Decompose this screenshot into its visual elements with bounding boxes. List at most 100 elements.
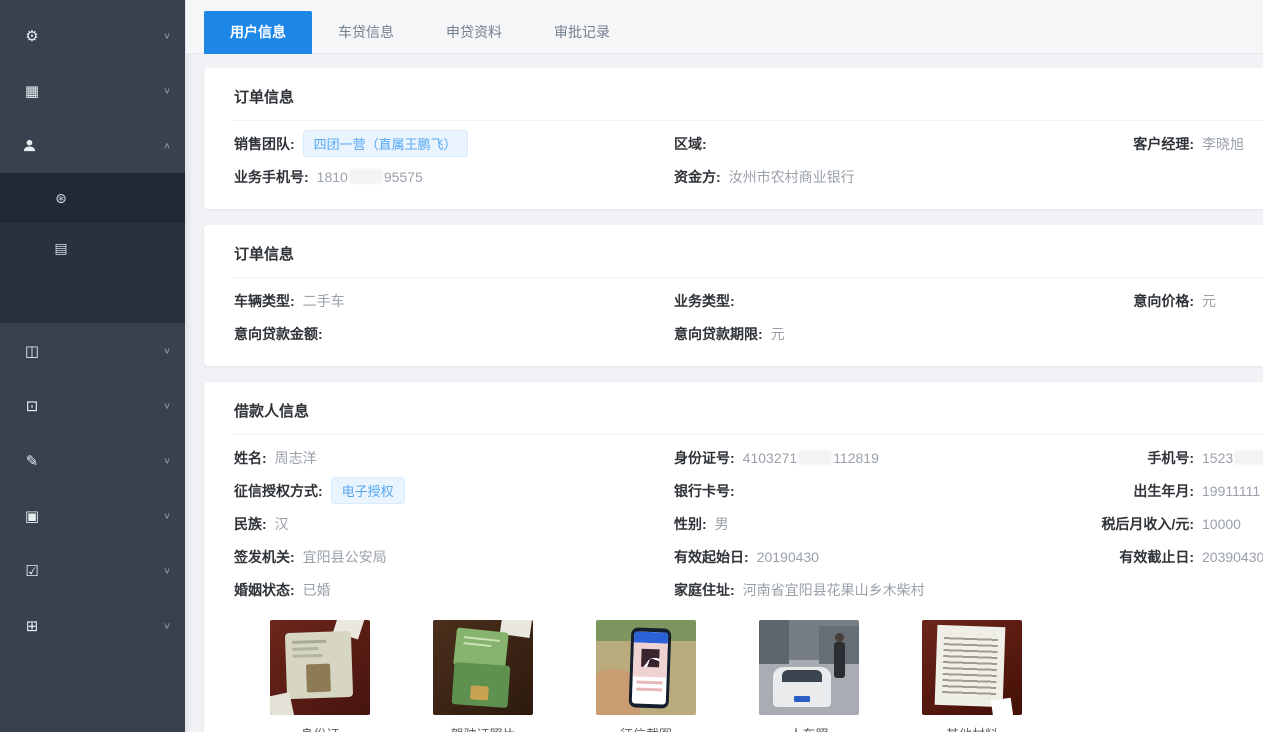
field-value: 4103271112819 [743, 450, 879, 466]
sidebar-item-system-monitor[interactable]: ☑∨ [0, 543, 185, 598]
card-title: 订单信息 [234, 86, 1263, 121]
sales-team-tag[interactable]: 四团一营（直属王鹏飞） [303, 130, 468, 157]
field-row: 民族:汉性别:男税后月收入/元:10000 [234, 507, 1263, 540]
field-label: 有效起始日: [674, 547, 749, 567]
field-empty [1086, 160, 1263, 193]
field-region: 区域: [674, 127, 1086, 160]
attachment-thumbnail-person-car-photo[interactable]: 人车照 [759, 620, 859, 732]
field-row: 婚姻状态: 已婚 家庭住址:河南省宜阳县花果山乡木柴村 [234, 573, 1263, 606]
detail-scroll-area[interactable]: 订单信息销售团队:四团一营（直属王鹏飞）区域:客户经理:李晓旭业务手机号:181… [186, 54, 1263, 732]
attachment-thumbnails: 身份证驾驶证照片征信截图人车照其他材料 [234, 606, 1263, 732]
attachment-thumbnail-drivers-license[interactable]: 驾驶证照片 [433, 620, 533, 732]
card-borrower-info: 借款人信息姓名:周志洋身份证号:4103271112819手机号:1523613… [204, 382, 1263, 732]
sidebar-subitem-overdue-info[interactable] [0, 273, 185, 323]
credit-auth-method-tag[interactable]: 电子授权 [331, 477, 405, 504]
field-row: 签发机关: 宜阳县公安局 有效起始日:20190430有效截止日: 20390430 [234, 540, 1263, 573]
sidebar-item-system-management[interactable]: ⚙∨ [0, 8, 185, 63]
field-marital-status: 婚姻状态: 已婚 [234, 573, 674, 606]
field-value: 宜阳县公安局 [303, 547, 387, 567]
monitor-icon: ⊡ [22, 397, 42, 415]
component-icon: ▣ [22, 507, 42, 525]
field-intended-loan-amount: 意向贷款金额: [234, 317, 674, 350]
chevron-up-icon: ∧ [163, 140, 171, 150]
card-title: 借款人信息 [234, 400, 1263, 435]
credit-screenshot-image [596, 620, 696, 715]
field-row: 业务手机号:181095575资金方:汝州市农村商业银行 [234, 160, 1263, 193]
field-value: 元 [1202, 291, 1216, 311]
attachment-thumbnail-other-materials[interactable]: 其他材料 [922, 620, 1022, 732]
field-label: 有效截止日: [1086, 547, 1194, 567]
redaction-blur [798, 450, 832, 465]
sidebar-item-process-management[interactable]: ✎∨ [0, 433, 185, 488]
chevron-down-icon: ∨ [163, 620, 171, 630]
field-label: 手机号: [1086, 448, 1194, 468]
tab-user-info[interactable]: 用户信息 [204, 11, 312, 54]
field-label: 签发机关: [234, 547, 295, 567]
field-value: 20390430 [1202, 549, 1263, 565]
id-card-photo-image [270, 620, 370, 715]
card-order-info-2: 订单信息车辆类型:二手车业务类型:意向价格:元意向贷款金额:意向贷款期限:元 [204, 225, 1263, 366]
person-car-photo-image [759, 620, 859, 715]
field-valid-until: 有效截止日: 20390430 [1086, 540, 1263, 573]
attachment-thumbnail-id-card-photo[interactable]: 身份证 [270, 620, 370, 732]
toolbox-icon: ⊞ [22, 617, 42, 635]
chevron-down-icon: ∨ [163, 30, 171, 40]
field-bank-card-number: 银行卡号: [674, 474, 1086, 507]
tab-approval-records[interactable]: 审批记录 [528, 11, 636, 54]
field-value: 181095575 [317, 169, 423, 185]
field-label: 车辆类型: [234, 291, 295, 311]
field-label: 业务手机号: [234, 167, 309, 187]
sidebar-item-customer-management[interactable]: ∧ [0, 118, 185, 173]
field-label: 征信授权方式: [234, 481, 323, 501]
field-label: 销售团队: [234, 134, 295, 154]
field-home-address: 家庭住址:河南省宜阳县花果山乡木柴村 [674, 573, 1086, 606]
field-label: 婚姻状态: [234, 580, 295, 600]
field-value: 二手车 [303, 291, 345, 311]
chevron-down-icon: ∨ [163, 455, 171, 465]
field-label: 意向价格: [1086, 291, 1194, 311]
field-label: 客户经理: [1086, 134, 1194, 154]
tab-car-loan-info[interactable]: 车贷信息 [312, 11, 420, 54]
field-valid-from: 有效起始日:20190430 [674, 540, 1086, 573]
detail-tabbar: 用户信息车贷信息申贷资料审批记录 [186, 0, 1263, 54]
card-title: 订单信息 [234, 243, 1263, 278]
field-label: 区域: [674, 134, 707, 154]
field-gender: 性别:男 [674, 507, 1086, 540]
wheel-icon: ⊛ [52, 190, 70, 207]
field-monthly-income: 税后月收入/元:10000 [1086, 507, 1263, 540]
field-label: 出生年月: [1086, 481, 1194, 501]
field-intended-loan-term: 意向贷款期限:元 [674, 317, 1086, 350]
field-row: 征信授权方式:电子授权银行卡号:出生年月:19911111 [234, 474, 1263, 507]
field-value: 已婚 [303, 580, 331, 600]
field-row: 姓名:周志洋身份证号:4103271112819手机号:15236137 [234, 441, 1263, 474]
tab-loan-application-docs[interactable]: 申贷资料 [420, 11, 528, 54]
chevron-down-icon: ∨ [163, 345, 171, 355]
field-empty [1086, 317, 1263, 350]
field-id-number: 身份证号:4103271112819 [674, 441, 1086, 474]
field-value: 元 [771, 324, 785, 344]
attachment-caption: 其他材料 [922, 724, 1022, 732]
field-label: 民族: [234, 514, 267, 534]
notebook-icon: ▤ [52, 240, 70, 257]
field-business-phone: 业务手机号: 181095575 [234, 160, 674, 193]
sidebar-item-post-loan-management[interactable]: ◫∨ [0, 323, 185, 378]
field-label: 税后月收入/元: [1086, 514, 1194, 534]
sidebar-item-report-statistics[interactable]: ⊡∨ [0, 378, 185, 433]
attachment-thumbnail-credit-screenshot[interactable]: 征信截图 [596, 620, 696, 732]
sidebar-subitem-my-overdue[interactable]: ▤ [0, 223, 185, 273]
sidebar-item-business-management[interactable]: ▦∨ [0, 63, 185, 118]
field-row: 车辆类型: 二手车 业务类型: 意向价格: 元 [234, 284, 1263, 317]
field-label: 业务类型: [674, 291, 735, 311]
redaction-blur [1234, 450, 1263, 465]
field-business-type: 业务类型: [674, 284, 1086, 317]
sidebar-item-system-tools[interactable]: ⊞∨ [0, 598, 185, 653]
chevron-down-icon: ∨ [163, 400, 171, 410]
field-ethnicity: 民族:汉 [234, 507, 674, 540]
grid-icon: ▦ [22, 82, 42, 100]
user-icon [22, 138, 42, 153]
sidebar-item-office-management[interactable]: ▣∨ [0, 488, 185, 543]
field-mobile: 手机号: 15236137 [1086, 441, 1263, 474]
sidebar-subitem-all-customers[interactable]: ⊛ [0, 173, 185, 223]
field-value: 男 [715, 514, 729, 534]
field-value: 15236137 [1202, 450, 1263, 466]
